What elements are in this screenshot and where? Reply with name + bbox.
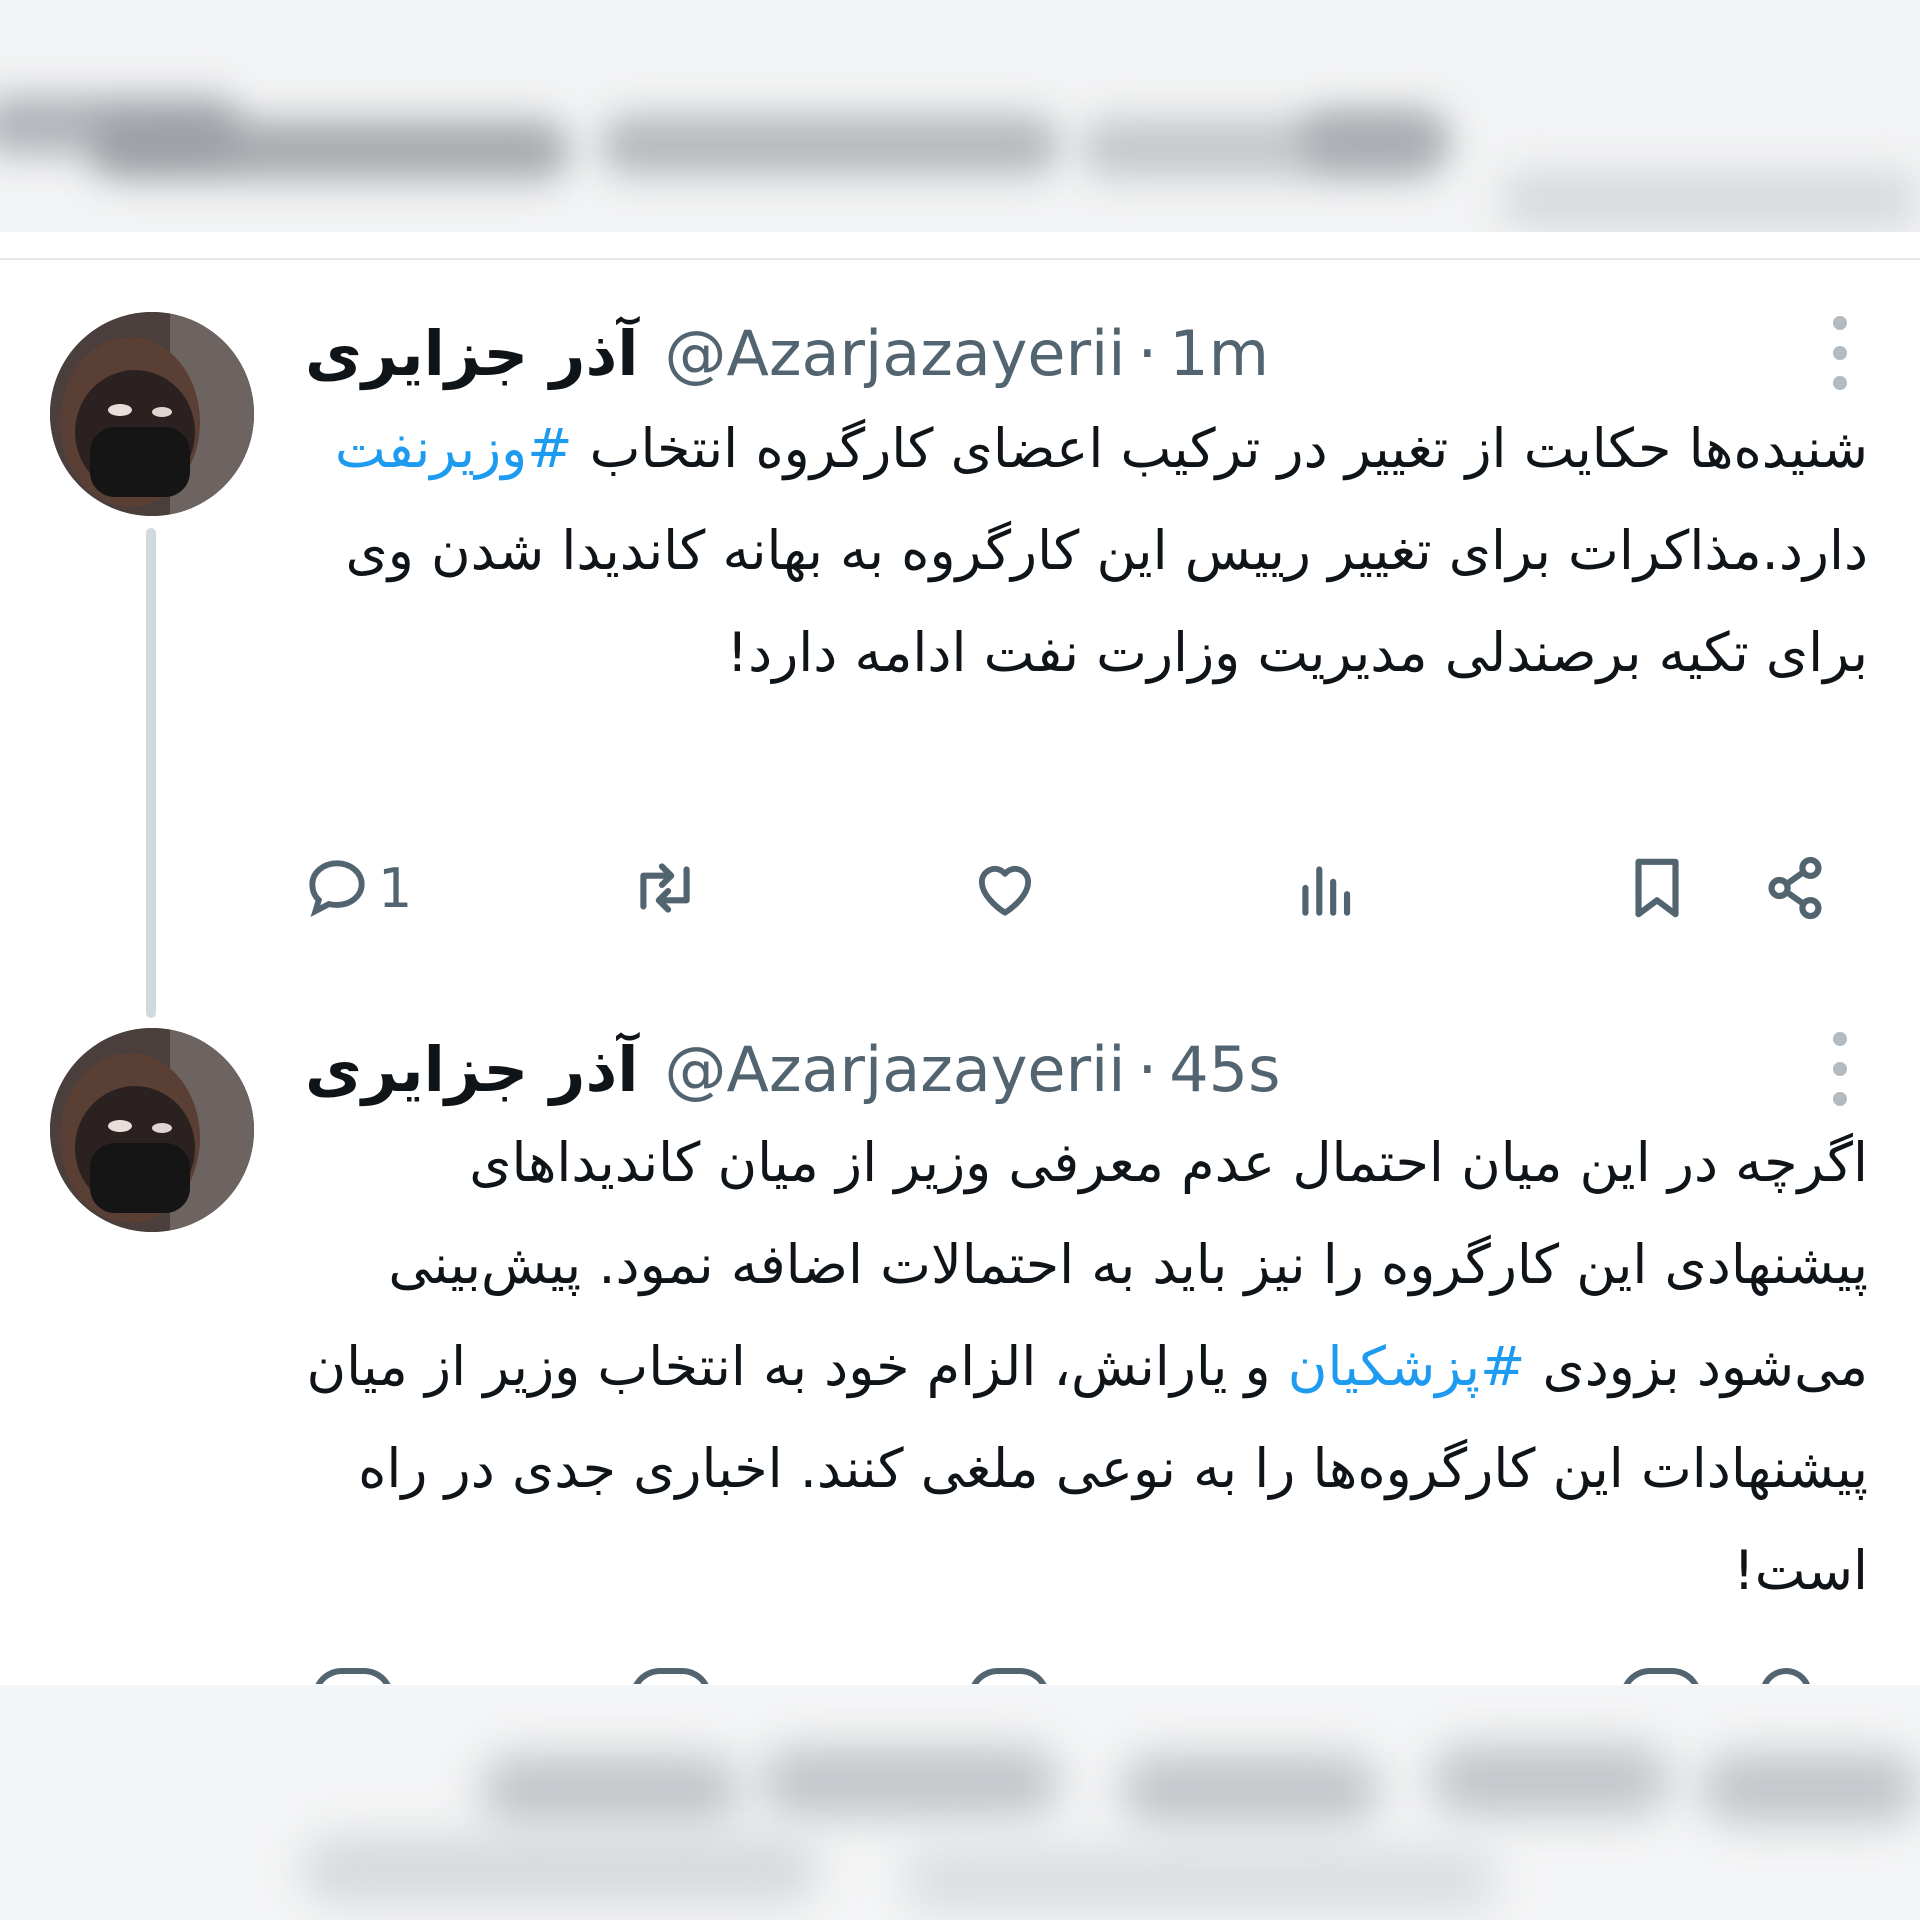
- screenshot: آذر جزایری @Azarjazayerii · 1m شنیده‌ها …: [0, 0, 1920, 1920]
- views-icon: [1302, 866, 1351, 916]
- retweet-icon: [640, 863, 690, 913]
- like-button[interactable]: [968, 848, 1042, 928]
- tweet-actions: 1: [300, 848, 1830, 928]
- reply-count: 1: [378, 856, 413, 920]
- display-name[interactable]: آذر جزایری: [305, 1033, 639, 1106]
- share-button[interactable]: [1758, 848, 1832, 928]
- tweet-header: آذر جزایری @Azarjazayerii · 1m: [305, 308, 1840, 398]
- bookmark-button[interactable]: [1620, 848, 1694, 928]
- tweet-text: شنیده‌ها حکایت از تغییر در ترکیب اعضای ک…: [280, 398, 1868, 704]
- divider: [0, 258, 1920, 260]
- hashtag-link[interactable]: #پزشکیان: [1288, 1335, 1526, 1398]
- bookmark-icon: [1635, 858, 1679, 918]
- avatar-image: [50, 312, 254, 516]
- more-icon[interactable]: [1822, 1024, 1858, 1114]
- hashtag-link[interactable]: #وزیرنفت: [335, 417, 573, 480]
- tweet-text: اگرچه در این میان احتمال عدم معرفی وزیر …: [280, 1112, 1869, 1622]
- separator: ·: [1137, 1032, 1158, 1106]
- handle[interactable]: @Azarjazayerii: [665, 1033, 1126, 1106]
- avatar[interactable]: [50, 1028, 254, 1232]
- retweet-button[interactable]: [628, 848, 702, 928]
- tweet-text-part: شنیده‌ها حکایت از تغییر در ترکیب اعضای ک…: [572, 417, 1868, 480]
- display-name[interactable]: آذر جزایری: [305, 317, 639, 390]
- share-icon: [1768, 856, 1822, 920]
- views-button[interactable]: [1290, 848, 1364, 928]
- timestamp[interactable]: 45s: [1169, 1033, 1280, 1106]
- reply-button[interactable]: 1: [300, 848, 412, 928]
- handle[interactable]: @Azarjazayerii: [665, 317, 1126, 390]
- thread-connector-line: [146, 528, 156, 1018]
- separator: ·: [1137, 316, 1158, 390]
- tweet-header: آذر جزایری @Azarjazayerii · 45s: [305, 1024, 1840, 1114]
- avatar-image: [50, 1028, 254, 1232]
- tweet-actions-cropped: [300, 1660, 1860, 1684]
- like-icon: [978, 865, 1032, 916]
- tweet-text-part: دارد.مذاکرات برای تغییر رییس این کارگروه…: [345, 519, 1869, 684]
- reply-icon: [309, 860, 365, 917]
- more-icon[interactable]: [1822, 308, 1858, 398]
- timestamp[interactable]: 1m: [1169, 317, 1269, 390]
- blurred-previous-content: [0, 0, 1920, 232]
- blurred-following-content: [0, 1685, 1920, 1920]
- avatar[interactable]: [50, 312, 254, 516]
